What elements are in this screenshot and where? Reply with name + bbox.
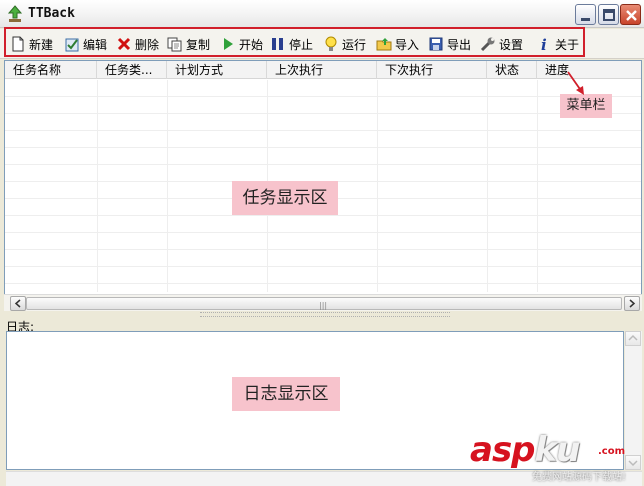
stop-label: 停止 — [289, 37, 314, 52]
about-button[interactable]: i 关于 — [536, 33, 579, 55]
scroll-right-button[interactable] — [624, 296, 640, 311]
delete-button[interactable]: 删除 — [116, 33, 159, 55]
delete-label: 删除 — [135, 37, 160, 52]
column-divider — [537, 80, 538, 292]
window-title: TTBack — [28, 6, 75, 21]
new-file-icon — [10, 36, 26, 52]
watermark-domain: .com — [598, 446, 626, 457]
save-icon — [428, 36, 444, 52]
minimize-button[interactable] — [575, 4, 596, 25]
edit-label: 编辑 — [83, 37, 108, 52]
import-label: 导入 — [395, 37, 420, 52]
run-button[interactable]: 运行 — [323, 33, 366, 55]
annotation-arrow — [567, 71, 584, 95]
app-window: TTBack 新建 编辑 删除 复制 开始 停止 运行 导入 导出 设置 i 关… — [0, 0, 644, 486]
task-area-annotation: 任务显示区 — [232, 181, 338, 215]
watermark-brand: aspku — [470, 430, 580, 470]
column-divider — [377, 80, 378, 292]
column-header-task-name[interactable]: 任务名称 — [5, 61, 97, 79]
export-button[interactable]: 导出 — [428, 33, 471, 55]
watermark-logo: aspku .com 免费网站源码下载站! — [470, 430, 642, 484]
title-bar: TTBack — [0, 0, 644, 28]
wrench-icon — [480, 36, 496, 52]
start-label: 开始 — [239, 37, 264, 52]
log-area-annotation: 日志显示区 — [232, 377, 340, 411]
watermark-tagline: 免费网站源码下载站! — [532, 472, 627, 483]
play-icon — [220, 36, 236, 52]
column-divider — [167, 80, 168, 292]
copy-button[interactable]: 复制 — [167, 33, 210, 55]
column-header-task-type[interactable]: 任务类... — [97, 61, 167, 79]
app-logo-icon — [6, 5, 24, 23]
edit-button[interactable]: 编辑 — [64, 33, 107, 55]
scroll-left-button[interactable] — [10, 296, 26, 311]
import-folder-icon — [376, 36, 392, 52]
maximize-button[interactable] — [598, 4, 619, 25]
panel-splitter[interactable] — [200, 312, 450, 317]
info-icon: i — [536, 36, 552, 52]
copy-icon — [167, 36, 183, 52]
edit-icon — [64, 36, 80, 52]
scroll-thumb[interactable]: ||| — [26, 297, 622, 310]
run-label: 运行 — [342, 37, 367, 52]
column-header-last-run[interactable]: 上次执行 — [267, 61, 377, 79]
new-label: 新建 — [29, 37, 54, 52]
lightbulb-icon — [323, 36, 339, 52]
toolbar: 新建 编辑 删除 复制 开始 停止 运行 导入 导出 设置 i 关于 — [0, 29, 644, 59]
column-divider — [487, 80, 488, 292]
copy-label: 复制 — [186, 37, 211, 52]
column-header-status[interactable]: 状态 — [487, 61, 537, 79]
task-list-header: 任务名称 任务类... 计划方式 上次执行 下次执行 状态 进度 — [5, 61, 641, 79]
about-label: 关于 — [555, 37, 580, 52]
import-button[interactable]: 导入 — [376, 33, 419, 55]
delete-icon — [116, 36, 132, 52]
column-header-schedule[interactable]: 计划方式 — [167, 61, 267, 79]
task-horizontal-scrollbar[interactable]: ||| — [4, 294, 642, 311]
settings-button[interactable]: 设置 — [480, 33, 523, 55]
export-label: 导出 — [447, 37, 472, 52]
scroll-up-button[interactable] — [625, 331, 641, 346]
start-button[interactable]: 开始 — [220, 33, 263, 55]
column-divider — [97, 80, 98, 292]
column-header-next-run[interactable]: 下次执行 — [377, 61, 487, 79]
pause-icon — [270, 36, 286, 52]
new-button[interactable]: 新建 — [10, 33, 53, 55]
settings-label: 设置 — [499, 37, 524, 52]
svg-text:i: i — [541, 36, 547, 52]
close-button[interactable] — [620, 4, 641, 25]
stop-button[interactable]: 停止 — [270, 33, 313, 55]
